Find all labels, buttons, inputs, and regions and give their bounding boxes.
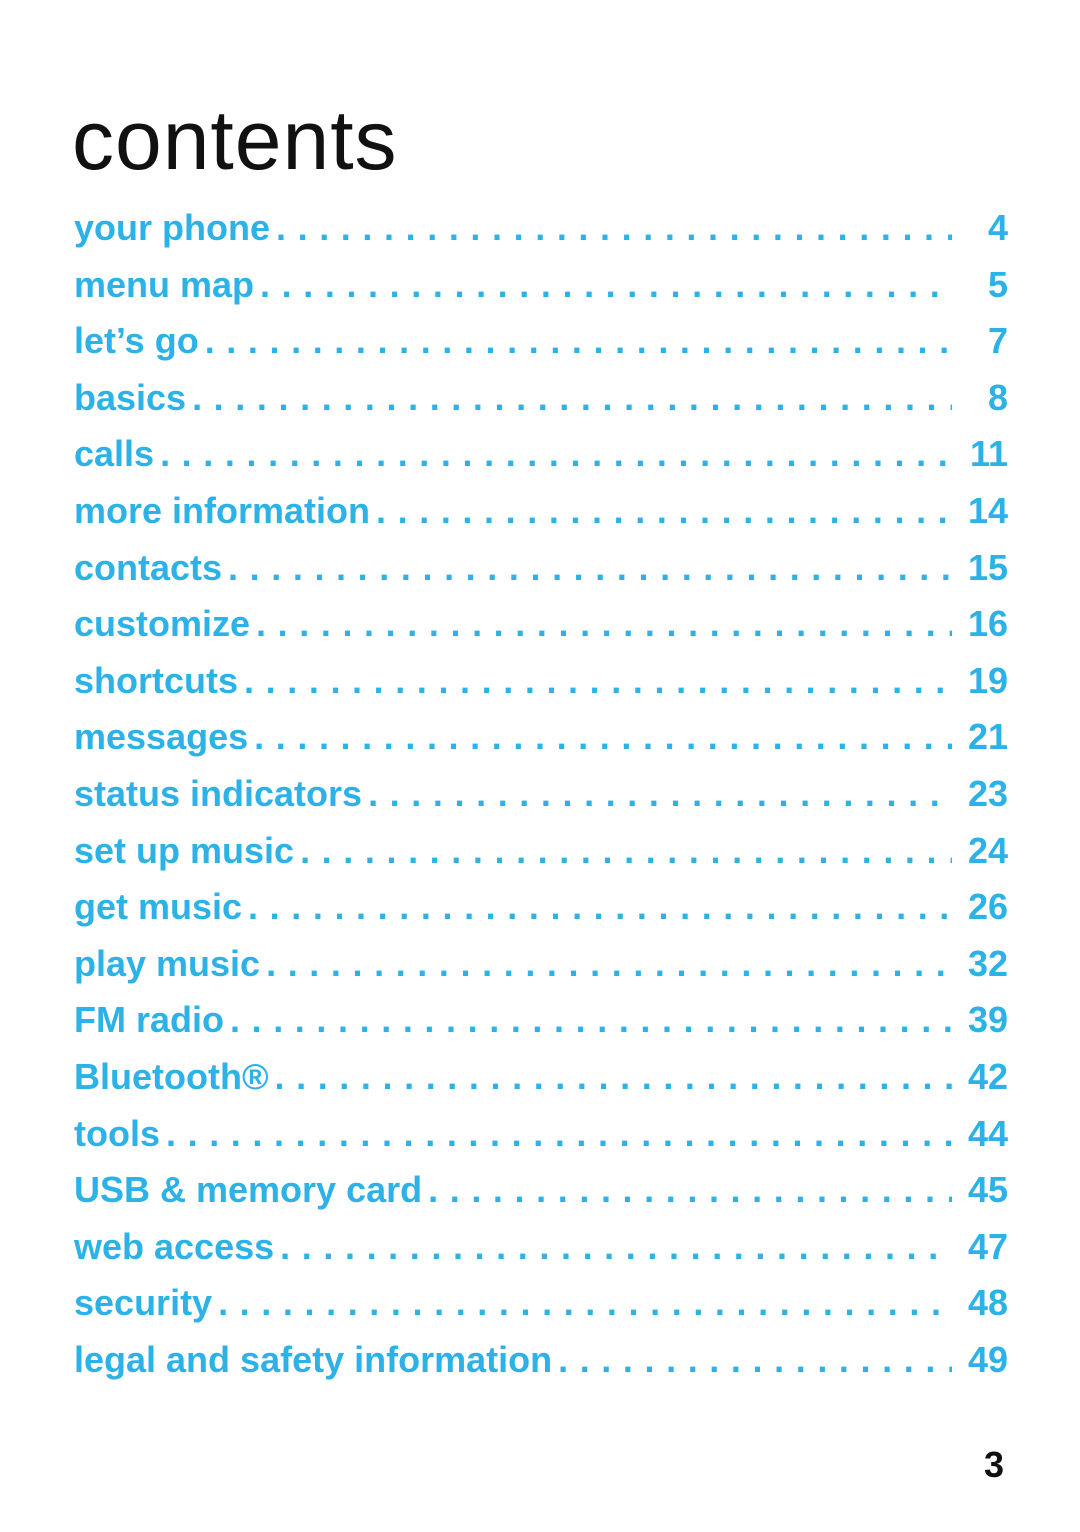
dot-leader: ........................................… [218,1282,952,1324]
toc-entry-page: 5 [987,263,1008,305]
toc-entry-page: 4 [987,207,1008,248]
toc-entry-label: customize [74,603,251,645]
toc-entry[interactable]: get music...............................… [74,879,1008,936]
toc-entry-page: 15 [967,546,1008,588]
toc-entry-page: 19 [967,659,1008,701]
toc-entry-label: contacts [74,546,223,588]
toc-entry-page: 14 [967,489,1008,531]
toc-entry-label: USB & memory card [74,1169,423,1211]
toc-entry[interactable]: Bluetooth®..............................… [74,1049,1008,1106]
toc-entry-page: 16 [967,603,1008,645]
toc-entry-page: 26 [967,886,1008,928]
toc-entry[interactable]: play music..............................… [74,936,1008,993]
toc-entry-label: Bluetooth® [74,1055,269,1097]
dot-leader: ........................................… [166,1112,952,1154]
toc-entry-label: set up music [74,829,295,871]
toc-entry[interactable]: menu map................................… [74,257,1008,314]
toc-entry[interactable]: tools...................................… [74,1106,1008,1163]
dot-leader: ........................................… [276,207,952,248]
dot-leader: ........................................… [280,1225,952,1267]
toc-entry[interactable]: let’s go................................… [74,313,1008,370]
dot-leader: ........................................… [368,772,952,814]
toc-entry-label: status indicators [74,772,363,814]
toc-entry-page: 47 [967,1225,1008,1267]
toc-entry-page: 45 [967,1169,1008,1211]
toc-entry-label: legal and safety information [74,1338,553,1380]
dot-leader: ........................................… [558,1338,952,1380]
toc-entry-label: menu map [74,263,255,305]
page-title: contents [72,93,398,188]
dot-leader: ........................................… [256,603,952,645]
toc-entry[interactable]: customize...............................… [74,596,1008,653]
toc-entry-label: get music [74,886,243,928]
dot-leader: ........................................… [260,263,952,305]
toc-entry-label: tools [74,1112,160,1154]
table-of-contents: your phone..............................… [74,200,1008,1388]
dot-leader: ........................................… [160,433,952,475]
toc-entry[interactable]: FM radio................................… [74,992,1008,1049]
toc-entry-label: security [74,1282,213,1324]
toc-entry[interactable]: more information........................… [74,483,1008,540]
toc-entry-page: 48 [967,1282,1008,1324]
toc-entry[interactable]: your phone..............................… [74,200,1008,257]
dot-leader: ........................................… [376,489,952,531]
toc-entry[interactable]: status indicators.......................… [74,766,1008,823]
dot-leader: ........................................… [248,886,952,928]
dot-leader: ........................................… [244,659,952,701]
toc-entry[interactable]: USB & memory card.......................… [74,1162,1008,1219]
toc-entry-page: 7 [987,320,1008,362]
toc-entry-page: 32 [967,942,1008,984]
dot-leader: ........................................… [254,716,952,758]
dot-leader: ........................................… [230,999,952,1041]
dot-leader: ........................................… [192,376,952,418]
toc-entry-label: web access [74,1225,275,1267]
toc-entry-label: more information [74,489,371,531]
toc-entry-label: shortcuts [74,659,239,701]
toc-entry[interactable]: calls...................................… [74,426,1008,483]
toc-entry[interactable]: shortcuts...............................… [74,653,1008,710]
toc-entry[interactable]: contacts................................… [74,540,1008,597]
toc-entry[interactable]: security................................… [74,1275,1008,1332]
toc-entry-page: 49 [967,1338,1008,1380]
toc-entry-label: FM radio [74,999,224,1041]
toc-entry-page: 44 [967,1112,1008,1154]
toc-entry[interactable]: legal and safety information............… [74,1332,1008,1389]
toc-entry-page: 23 [967,772,1008,814]
toc-entry-page: 21 [967,716,1008,758]
dot-leader: ........................................… [228,546,952,588]
toc-entry-page: 42 [967,1055,1008,1097]
toc-entry[interactable]: basics..................................… [74,370,1008,427]
dot-leader: ........................................… [274,1055,952,1097]
toc-entry-page: 24 [967,829,1008,871]
dot-leader: ........................................… [266,942,952,984]
toc-entry-label: your phone [74,207,270,248]
toc-entry[interactable]: set up music............................… [74,823,1008,880]
toc-entry-page: 11 [969,433,1008,475]
dot-leader: ........................................… [300,829,952,871]
toc-entry-label: messages [74,716,249,758]
toc-entry-page: 8 [987,376,1008,418]
toc-entry-label: calls [74,433,155,475]
toc-entry[interactable]: messages................................… [74,709,1008,766]
page-number: 3 [983,1444,1004,1485]
toc-entry-page: 39 [967,999,1008,1041]
toc-entry-label: basics [74,376,187,418]
toc-entry-label: play music [74,942,261,984]
dot-leader: ........................................… [428,1169,952,1211]
toc-entry[interactable]: web access..............................… [74,1219,1008,1276]
toc-entry-label: let’s go [74,320,199,362]
dot-leader: ........................................… [204,320,952,362]
